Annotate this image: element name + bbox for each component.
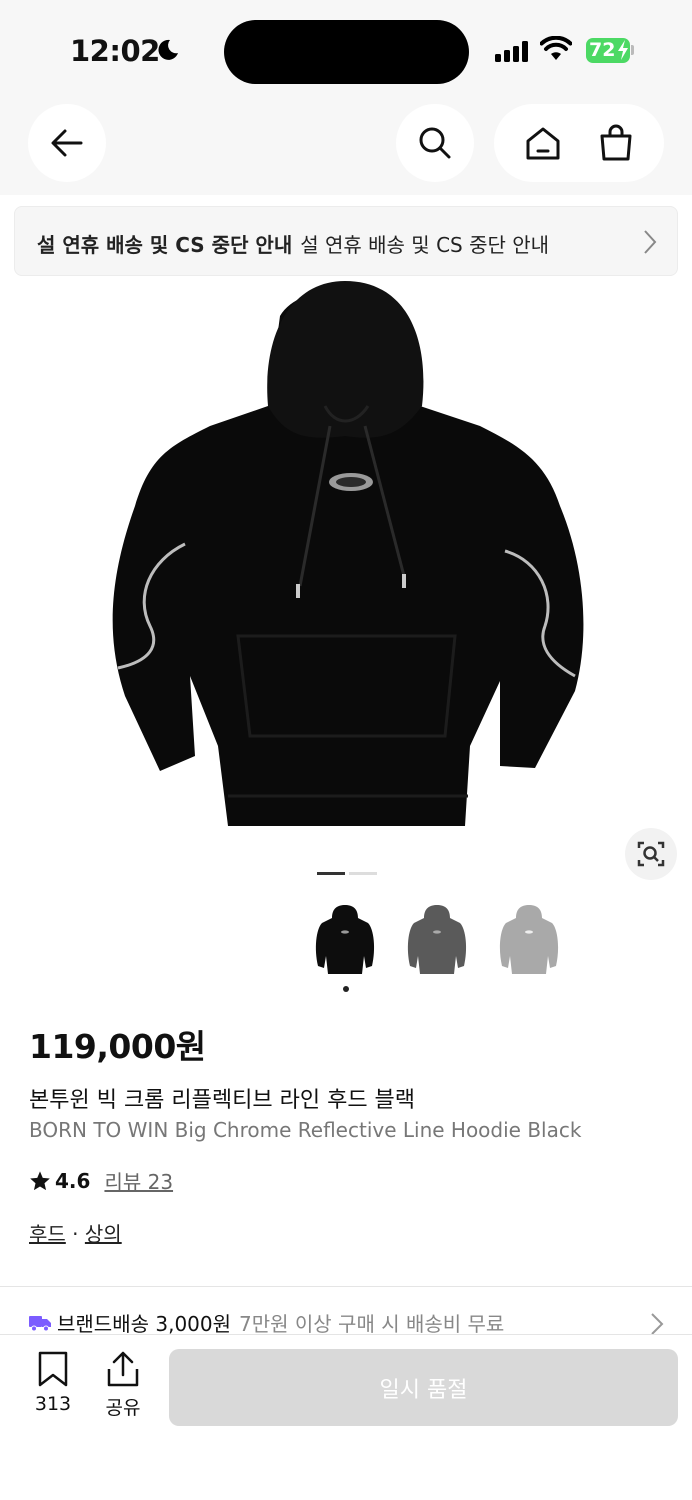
hoodie-thumbnail-charcoal	[407, 905, 467, 974]
rating-score: 4.6	[55, 1168, 91, 1193]
hoodie-thumbnail-grey	[499, 905, 559, 974]
product-image[interactable]	[0, 276, 692, 856]
top-nav	[0, 100, 692, 195]
section-divider	[0, 1286, 692, 1287]
battery-cap	[631, 45, 634, 55]
hoodie-thumbnail-black	[315, 905, 375, 974]
truck-icon	[29, 1315, 51, 1331]
category-breadcrumb: 후드 · 상의	[29, 1218, 122, 1247]
moon-icon	[158, 39, 178, 60]
shipping-sub: 7만원 이상 구매 시 배송비 무료	[239, 1312, 505, 1336]
category-hood-link[interactable]: 후드	[29, 1222, 66, 1246]
home-icon[interactable]	[524, 124, 562, 162]
battery-icon: 72	[586, 38, 630, 63]
bookmark-count: 313	[34, 1393, 72, 1415]
wifi-icon	[540, 36, 572, 60]
product-name-ko: 본투윈 빅 크롬 리플렉티브 라인 후드 블랙	[29, 1088, 416, 1113]
lens-icon	[637, 841, 665, 867]
back-button[interactable]	[28, 104, 106, 182]
notice-text: 설 연휴 배송 및 CS 중단 안내 설 연휴 배송 및 CS 중단 안내	[37, 229, 549, 258]
bookmark-button[interactable]: 313	[30, 1351, 76, 1415]
pager-indicator-active	[317, 872, 345, 875]
dynamic-island	[224, 20, 469, 84]
charging-bolt-icon	[618, 40, 628, 60]
sold-out-button[interactable]: 일시 품절	[169, 1349, 678, 1426]
notice-banner[interactable]: 설 연휴 배송 및 CS 중단 안내 설 연휴 배송 및 CS 중단 안내	[14, 206, 678, 276]
visual-search-button[interactable]	[625, 828, 677, 880]
share-button[interactable]: 공유	[100, 1351, 146, 1420]
status-bar: 12:02 72	[0, 0, 692, 100]
shopping-bag-icon[interactable]	[597, 124, 635, 162]
chevron-right-icon	[644, 230, 657, 254]
notice-repeat: 설 연휴 배송 및 CS 중단 안내	[300, 233, 550, 257]
product-price: 119,000원	[29, 1027, 206, 1066]
review-link[interactable]: 리뷰 23	[104, 1166, 173, 1195]
product-name-en: BORN TO WIN Big Chrome Reflective Line H…	[29, 1118, 582, 1142]
search-button[interactable]	[396, 104, 474, 182]
notice-bold: 설 연휴 배송 및 CS 중단 안내	[37, 233, 293, 257]
image-pager	[317, 872, 377, 875]
status-time: 12:02	[70, 34, 160, 68]
bottom-action-bar: 313 공유 일시 품절	[0, 1334, 692, 1500]
thumbnail-grey[interactable]	[494, 900, 564, 980]
battery-level: 72	[589, 39, 616, 61]
search-icon	[419, 127, 451, 159]
hoodie-image	[112, 281, 584, 826]
thumbnail-black[interactable]	[310, 900, 380, 980]
share-label: 공유	[105, 1397, 141, 1419]
rating-row: 4.6 리뷰 23	[29, 1166, 173, 1195]
nav-pill	[494, 104, 664, 182]
color-thumbnails	[310, 900, 564, 980]
bookmark-icon	[38, 1351, 68, 1387]
thumbnail-charcoal[interactable]	[402, 900, 472, 980]
thumbnail-selected-dot	[343, 986, 349, 992]
pager-indicator	[349, 872, 377, 875]
shipping-info[interactable]: 브랜드배송 3,000원 7만원 이상 구매 시 배송비 무료	[29, 1308, 504, 1337]
shipping-label: 브랜드배송 3,000원	[57, 1312, 232, 1336]
category-separator: ·	[72, 1222, 79, 1246]
back-arrow-icon	[51, 129, 83, 157]
star-icon	[30, 1170, 50, 1190]
share-icon	[107, 1351, 139, 1387]
category-top-link[interactable]: 상의	[85, 1222, 122, 1246]
chevron-right-icon	[651, 1313, 664, 1335]
signal-icon	[495, 40, 528, 62]
